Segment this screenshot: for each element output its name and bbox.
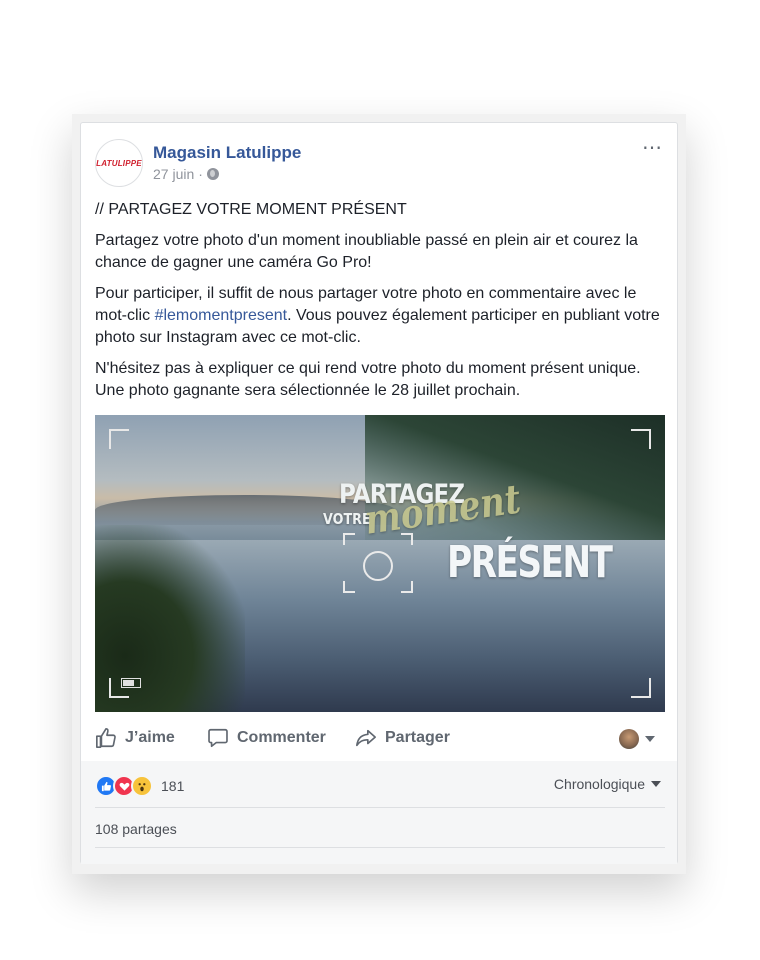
comment-label: Commenter	[237, 729, 326, 746]
hashtag-link[interactable]: #lemomentpresent	[155, 307, 288, 324]
page-name-link[interactable]: Magasin Latulippe	[153, 143, 301, 163]
reaction-count: 181	[161, 778, 185, 794]
bottom-divider	[95, 847, 665, 848]
wow-reaction-icon	[131, 775, 153, 797]
sort-label: Chronologique	[553, 776, 645, 792]
reactions-summary[interactable]: 181	[95, 775, 184, 797]
comment-icon	[208, 728, 228, 748]
post-photo[interactable]: PARTAGEZ VOTRE moment PRÉSENT	[95, 415, 665, 712]
post-actions: J’aime Commenter Partager	[95, 721, 665, 757]
caret-down-icon	[651, 781, 661, 787]
user-avatar	[619, 729, 639, 749]
page-avatar[interactable]: LATULIPPE	[95, 139, 143, 187]
share-count-link[interactable]: 108 partages	[95, 821, 177, 837]
focus-circle-icon	[363, 551, 393, 581]
post-stats: 181 Chronologique 108 partages	[81, 761, 677, 864]
share-button[interactable]: Partager	[355, 727, 450, 749]
globe-icon	[206, 168, 219, 180]
thumbs-up-icon	[96, 728, 116, 748]
like-button[interactable]: J’aime	[95, 727, 175, 749]
more-options-icon[interactable]: ⋯	[642, 138, 663, 158]
post-meta: 27 juin ·	[153, 166, 219, 182]
like-label: J’aime	[125, 729, 175, 746]
comment-button[interactable]: Commenter	[207, 727, 326, 749]
latulippe-logo: LATULIPPE	[96, 158, 142, 168]
viewfinder-corner-icon	[109, 429, 129, 449]
facebook-post-card: LATULIPPE Magasin Latulippe 27 juin · ⋯ …	[80, 122, 678, 864]
post-paragraph-3: N'hésitez pas à expliquer ce qui rend vo…	[95, 360, 641, 399]
comment-sort-dropdown[interactable]: Chronologique	[554, 776, 661, 792]
stats-divider	[95, 807, 665, 808]
post-as-selector[interactable]	[619, 729, 655, 749]
viewfinder-corner-icon	[631, 678, 651, 698]
post-headline: // PARTAGEZ VOTRE MOMENT PRÉSENT	[95, 201, 407, 218]
post-header: LATULIPPE Magasin Latulippe 27 juin · ⋯	[95, 138, 663, 187]
post-paragraph-2: Pour participer, il suffit de nous parta…	[95, 283, 665, 349]
post-text: // PARTAGEZ VOTRE MOMENT PRÉSENT Partage…	[95, 199, 665, 411]
overlay-present: PRÉSENT	[447, 537, 613, 588]
share-arrow-icon	[356, 729, 376, 747]
viewfinder-corner-icon	[631, 429, 651, 449]
chevron-down-icon	[645, 736, 655, 742]
post-paragraph-1: Partagez votre photo d'un moment inoubli…	[95, 232, 638, 271]
battery-icon	[121, 678, 141, 688]
meta-separator: ·	[198, 166, 203, 182]
share-label: Partager	[385, 729, 450, 746]
post-date[interactable]: 27 juin	[153, 166, 194, 182]
